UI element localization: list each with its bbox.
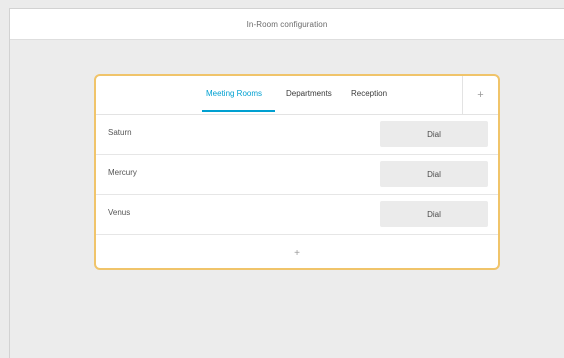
list-item-saturn: Saturn Dial [96,115,498,155]
list-item-venus: Venus Dial [96,195,498,235]
tab-reception[interactable]: Reception [351,89,387,98]
tab-meeting-rooms[interactable]: Meeting Rooms [206,89,262,98]
add-tab-button[interactable]: + [462,76,498,114]
page-title: In-Room configuration [246,19,328,29]
plus-icon: + [294,248,300,259]
list-item-mercury: Mercury Dial [96,155,498,195]
dial-button-saturn[interactable]: Dial [380,121,488,147]
app-frame: In-Room configuration Meeting Rooms Depa… [9,8,564,358]
row-label: Mercury [108,168,137,177]
row-label: Venus [108,208,131,217]
page-header: In-Room configuration [10,9,564,40]
add-row-button[interactable]: + [96,235,498,268]
dial-button-venus[interactable]: Dial [380,201,488,227]
tab-bar: Meeting Rooms Departments Reception + [96,76,498,115]
active-tab-indicator [202,110,275,112]
row-label: Saturn [108,128,132,137]
dial-button-mercury[interactable]: Dial [380,161,488,187]
tab-departments[interactable]: Departments [286,89,332,98]
config-panel: Meeting Rooms Departments Reception + Sa… [94,74,500,270]
plus-icon: + [477,89,484,101]
